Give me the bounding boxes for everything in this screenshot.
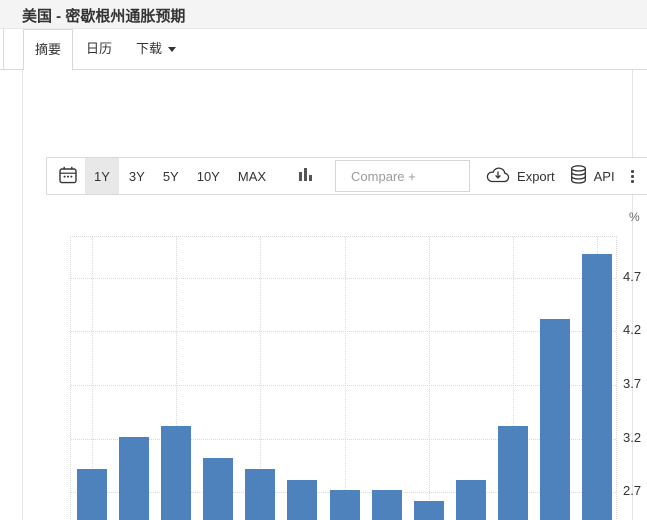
tabs: 摘要日历下载 (23, 29, 187, 70)
bar-may-2024[interactable] (161, 426, 191, 520)
range-button-1y[interactable]: 1Y (85, 158, 119, 194)
bar-dec-2024[interactable] (456, 480, 486, 520)
h-gridline (71, 331, 616, 332)
tab-bar-left-edge (3, 29, 4, 70)
y-tick-label: 3.7 (623, 376, 647, 391)
api-button[interactable]: API (570, 165, 615, 187)
bar-mar-2025[interactable] (582, 254, 612, 520)
caret-down-icon (168, 47, 176, 52)
database-icon (570, 165, 587, 187)
bar-apr-2024[interactable] (119, 437, 149, 520)
bar-aug-2024[interactable] (287, 480, 317, 520)
range-button-10y[interactable]: 10Y (189, 158, 228, 194)
bar-jan-2025[interactable] (498, 426, 528, 520)
tab-下载[interactable]: 下载 (125, 29, 187, 70)
chart-type-button[interactable] (298, 167, 313, 185)
range-button-3y[interactable]: 3Y (121, 158, 153, 194)
api-label: API (594, 169, 615, 184)
bar-oct-2024[interactable] (372, 490, 402, 520)
y-tick-label: 4.7 (623, 269, 647, 284)
range-selector: 1Y3Y5Y10YMAX (83, 158, 274, 194)
bar-feb-2025[interactable] (540, 319, 570, 520)
tab-摘要[interactable]: 摘要 (23, 29, 73, 70)
export-button[interactable]: Export (486, 166, 555, 186)
bar-jun-2024[interactable] (203, 458, 233, 520)
bar-mar-2024[interactable] (77, 469, 107, 520)
title-bar: 美国 - 密歇根州通胀预期 (0, 0, 647, 29)
chart-plot-area (70, 236, 617, 520)
h-gridline (71, 278, 616, 279)
more-options-button[interactable] (628, 167, 637, 186)
v-gridline (429, 237, 430, 520)
page: 美国 - 密歇根州通胀预期 摘要日历下载 (0, 0, 647, 520)
y-axis-unit-label: % (629, 210, 640, 224)
tab-日历[interactable]: 日历 (75, 29, 123, 70)
page-title: 美国 - 密歇根州通胀预期 (22, 5, 185, 26)
h-gridline (71, 439, 616, 440)
y-tick-label: 3.2 (623, 430, 647, 445)
y-tick-label: 4.2 (623, 322, 647, 337)
calendar-icon (59, 166, 77, 187)
bar-sep-2024[interactable] (330, 490, 360, 520)
export-label: Export (517, 169, 555, 184)
range-button-max[interactable]: MAX (230, 158, 274, 194)
calendar-button[interactable] (59, 166, 77, 187)
chart-panel: 1Y3Y5Y10YMAX (22, 70, 633, 520)
v-gridline (345, 237, 346, 520)
kebab-menu-icon (631, 170, 634, 183)
bar-jul-2024[interactable] (245, 469, 275, 520)
column-chart-icon (298, 167, 313, 185)
cloud-download-icon (486, 166, 510, 186)
compare-input[interactable] (335, 160, 470, 192)
tab-bar: 摘要日历下载 (0, 29, 647, 70)
h-gridline (71, 385, 616, 386)
y-tick-label: 2.7 (623, 483, 647, 498)
bar-nov-2024[interactable] (414, 501, 444, 520)
range-button-5y[interactable]: 5Y (155, 158, 187, 194)
chart-toolbar: 1Y3Y5Y10YMAX (46, 157, 647, 195)
